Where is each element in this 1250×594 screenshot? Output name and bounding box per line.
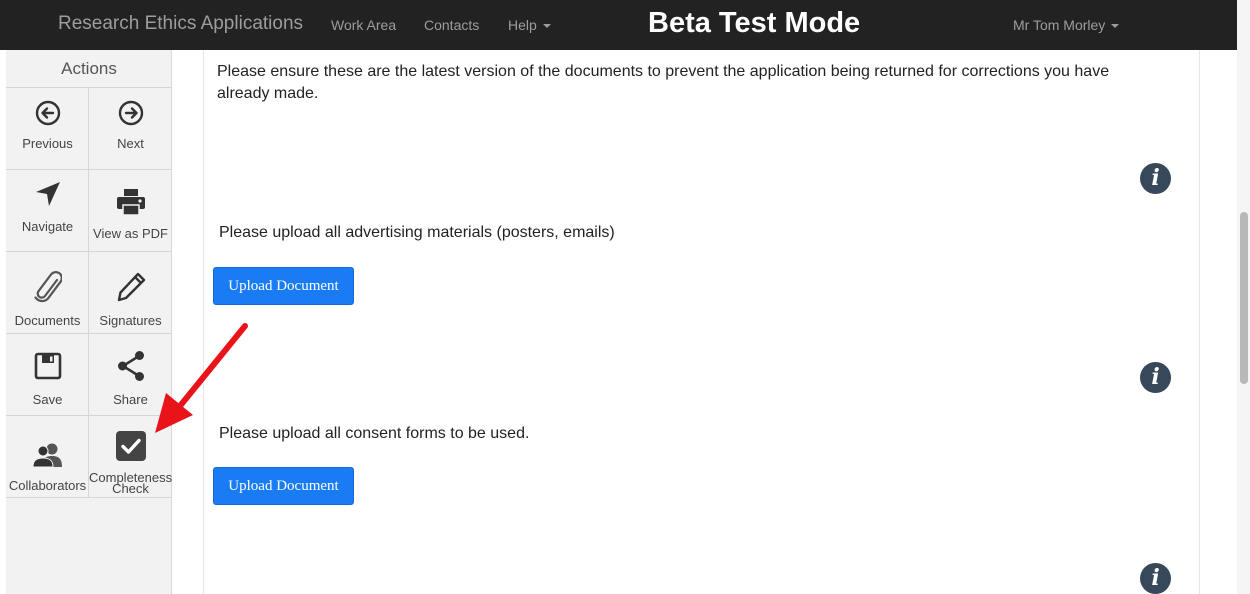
upload-consent-button[interactable]: Upload Document [213, 467, 354, 505]
signatures-label: Signatures [99, 313, 162, 328]
vertical-scrollbar[interactable] [1237, 0, 1250, 594]
advertising-prompt: Please upload all advertising materials … [219, 224, 615, 241]
users-icon [6, 442, 89, 468]
arrow-left-circle-icon [6, 100, 89, 126]
sidebar-title: Actions [6, 50, 172, 88]
location-arrow-icon [6, 180, 89, 208]
intro-text-line1: Please ensure these are the latest versi… [217, 63, 1110, 80]
user-menu-dropdown[interactable]: Mr Tom Morley [1013, 17, 1120, 33]
completeness-label-line2: Check [112, 481, 149, 496]
save-button[interactable]: Save [6, 334, 89, 416]
info-icon[interactable]: i [1140, 563, 1171, 594]
documents-button[interactable]: Documents [6, 252, 89, 334]
share-icon [89, 350, 172, 382]
printer-icon [89, 188, 172, 216]
top-navbar: Research Ethics Applications Work Area C… [0, 0, 1250, 50]
next-button[interactable]: Next [89, 88, 172, 170]
content-right-border [1199, 50, 1200, 594]
annotation-arrow-icon [155, 323, 248, 433]
floppy-disk-icon [6, 352, 89, 380]
beta-mode-banner: Beta Test Mode [648, 7, 861, 39]
app-brand[interactable]: Research Ethics Applications [58, 13, 303, 35]
save-label: Save [32, 392, 63, 407]
actions-sidebar: Actions Previous Next Navigate View as P… [6, 50, 172, 594]
user-name: Mr Tom Morley [1013, 17, 1106, 33]
upload-advertising-button[interactable]: Upload Document [213, 267, 354, 305]
share-button[interactable]: Share [89, 334, 172, 416]
scrollbar-thumb[interactable] [1240, 212, 1248, 384]
view-as-pdf-button[interactable]: View as PDF [89, 170, 172, 252]
paperclip-icon [6, 270, 89, 304]
intro-text-line2: already made. [217, 85, 319, 102]
nav-help-label: Help [508, 17, 537, 33]
share-label: Share [113, 392, 148, 407]
collaborators-label: Collaborators [8, 478, 87, 493]
navigate-label: Navigate [21, 219, 74, 234]
navigate-button[interactable]: Navigate [6, 170, 89, 252]
info-icon[interactable]: i [1140, 362, 1171, 393]
nav-work-area[interactable]: Work Area [331, 17, 396, 33]
previous-button[interactable]: Previous [6, 88, 89, 170]
completeness-check-button[interactable]: Completeness Check [89, 416, 172, 498]
collaborators-button[interactable]: Collaborators [6, 416, 89, 498]
pencil-icon [89, 272, 172, 302]
next-label: Next [117, 136, 144, 151]
arrow-right-circle-icon [89, 100, 172, 126]
nav-contacts[interactable]: Contacts [424, 17, 479, 33]
consent-prompt: Please upload all consent forms to be us… [219, 425, 530, 442]
documents-label: Documents [14, 313, 81, 328]
checkbox-checked-icon [89, 430, 172, 462]
chevron-down-icon [1111, 24, 1120, 29]
content-left-border [203, 50, 204, 594]
view-as-pdf-label: View as PDF [93, 226, 168, 241]
signatures-button[interactable]: Signatures [89, 252, 172, 334]
info-icon[interactable]: i [1140, 163, 1171, 194]
nav-help-dropdown[interactable]: Help [508, 17, 551, 33]
chevron-down-icon [542, 24, 551, 29]
previous-label: Previous [22, 136, 73, 151]
